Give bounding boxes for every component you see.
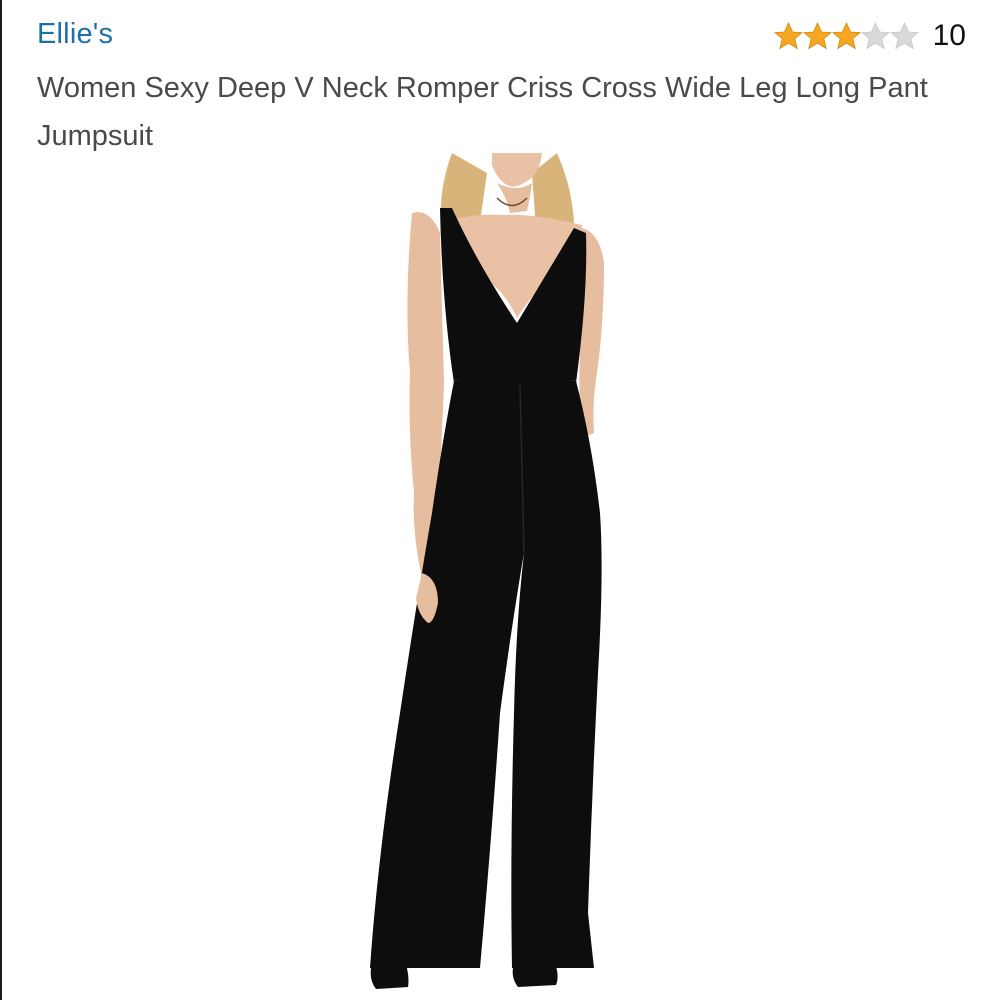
review-count[interactable]: 10 (933, 18, 966, 54)
star-filled-icon (831, 22, 861, 50)
rating-summary[interactable]: 10 (773, 18, 966, 54)
shoe-left (370, 958, 409, 989)
product-image[interactable] (342, 153, 642, 1000)
brand-link[interactable]: Ellie's (37, 18, 113, 51)
star-filled-icon (773, 22, 803, 50)
star-rating (773, 22, 919, 50)
product-card[interactable]: Ellie's 10 Women Sexy Deep V Neck Romper… (0, 0, 999, 1000)
star-empty-icon (889, 22, 919, 50)
product-title[interactable]: Women Sexy Deep V Neck Romper Criss Cros… (37, 64, 937, 160)
star-empty-icon (860, 22, 890, 50)
star-filled-icon (802, 22, 832, 50)
jumpsuit-pants (370, 381, 602, 968)
shoe-right (512, 961, 558, 987)
